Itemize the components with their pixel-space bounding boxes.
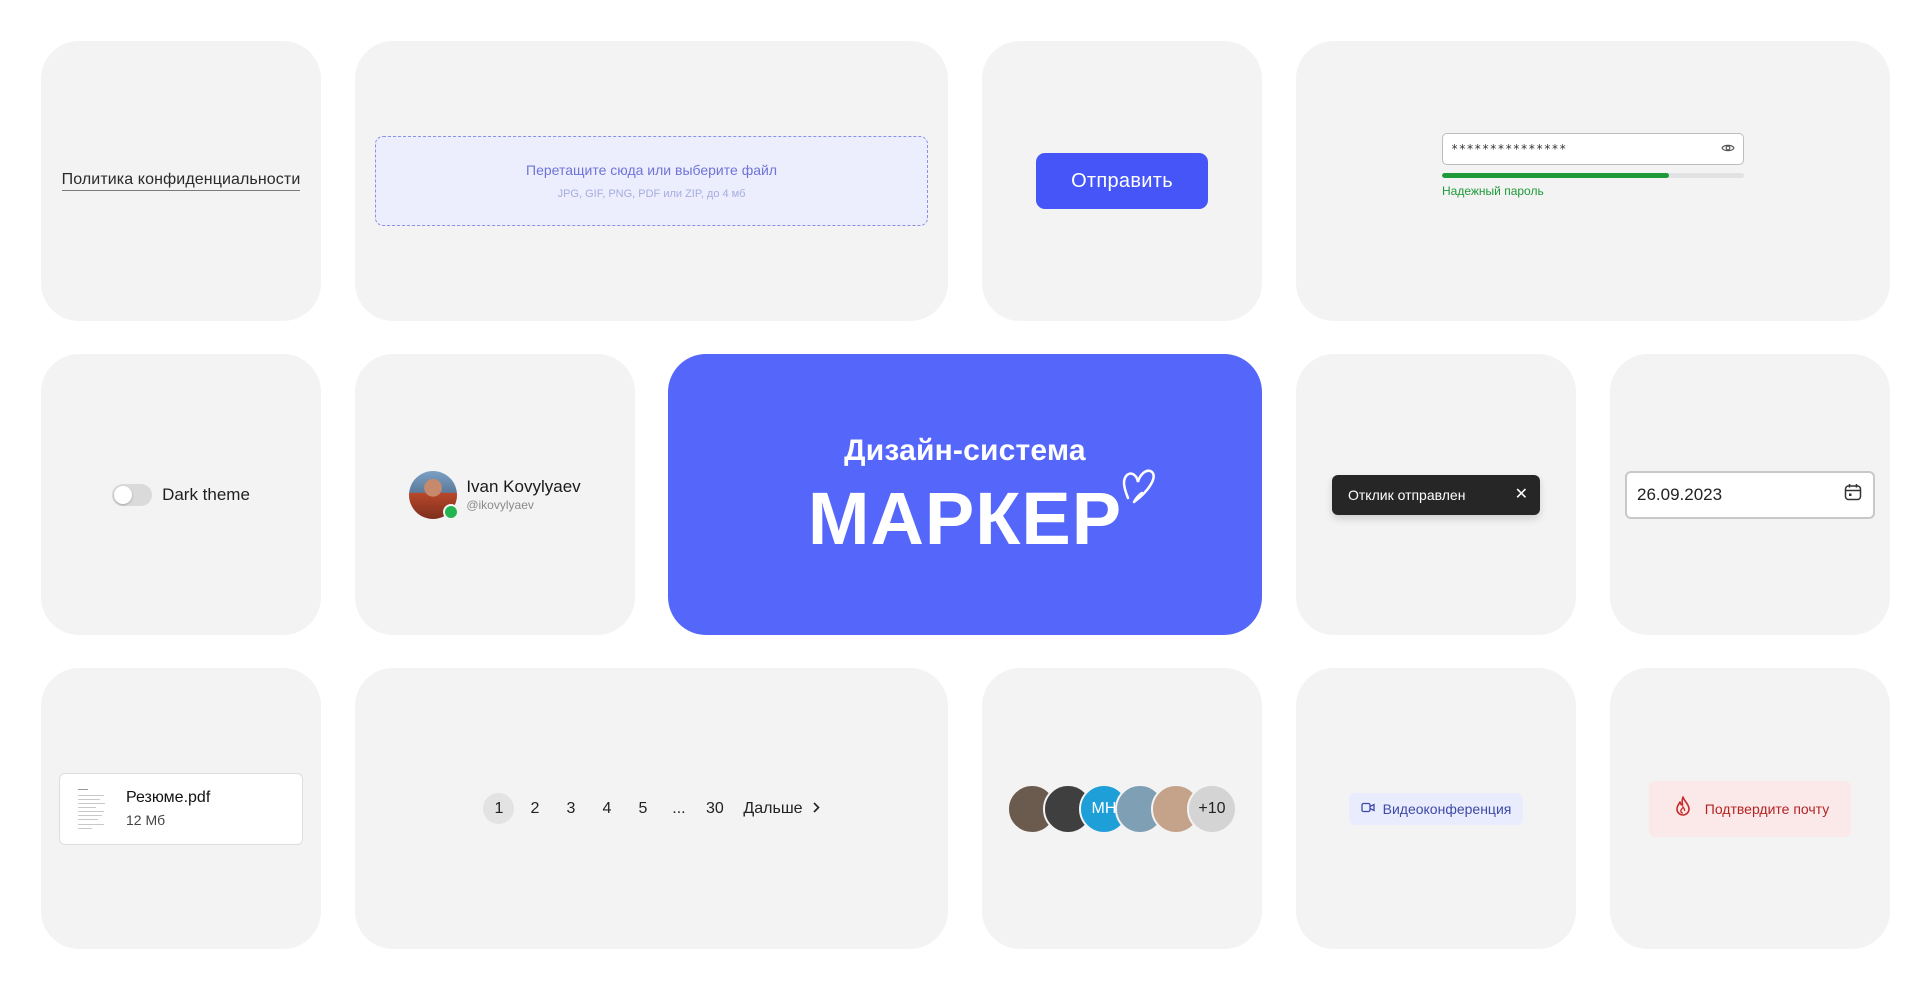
next-label: Дальше <box>743 799 803 817</box>
alert-text: Подтвердите почту <box>1704 800 1830 817</box>
toast-notification: Отклик отправлен ✕ <box>1332 474 1540 515</box>
page-button[interactable]: 30 <box>699 793 730 824</box>
password-strength-bar <box>1442 172 1744 178</box>
page-button[interactable]: 5 <box>627 793 658 824</box>
pdf-thumbnail-icon <box>76 786 108 832</box>
privacy-card: Политика конфиденциальности <box>41 41 321 321</box>
file-dropzone[interactable]: Перетащите сюда или выберите файл JPG, G… <box>375 136 928 226</box>
video-conference-tag[interactable]: Видеоконференция <box>1348 792 1524 825</box>
password-card: *************** Надежный пароль <box>1296 41 1890 321</box>
date-card: 26.09.2023 <box>1610 354 1890 635</box>
fire-icon <box>1675 796 1691 821</box>
page-button[interactable]: 2 <box>519 793 550 824</box>
page-ellipsis: ... <box>672 799 686 817</box>
dark-theme-toggle-row[interactable]: Dark theme <box>112 483 250 506</box>
date-value: 26.09.2023 <box>1637 484 1723 504</box>
online-status-dot <box>443 503 460 520</box>
toast-text: Отклик отправлен <box>1348 486 1466 503</box>
eye-icon[interactable] <box>1721 140 1735 158</box>
hero-card: Дизайн-система МАРКЕР <box>668 354 1262 635</box>
heart-icon <box>1122 468 1156 513</box>
user-chip[interactable]: Ivan Kovylyaev @ikovylyaev <box>409 470 581 520</box>
next-page-button[interactable]: Дальше <box>743 799 820 818</box>
upload-card: Перетащите сюда или выберите файл JPG, G… <box>355 41 948 321</box>
pagination-card: 1 2 3 4 5 ... 30 Дальше <box>355 668 948 949</box>
page-button[interactable]: 4 <box>591 793 622 824</box>
password-strength-label: Надежный пароль <box>1442 183 1544 198</box>
more-avatars-counter[interactable]: +10 <box>1187 783 1237 834</box>
toggle-label: Dark theme <box>162 484 250 504</box>
dark-theme-toggle[interactable] <box>112 483 153 506</box>
file-attachment[interactable]: Резюме.pdf 12 Мб <box>59 772 303 845</box>
page-button[interactable]: 3 <box>555 793 586 824</box>
hero-subtitle: Дизайн-система <box>844 433 1086 467</box>
avatar <box>409 470 460 520</box>
send-card: Отправить <box>982 41 1262 321</box>
password-value: *************** <box>1451 141 1567 156</box>
date-input[interactable]: 26.09.2023 <box>1625 470 1875 519</box>
tag-card: Видеоконференция <box>1296 668 1576 949</box>
hero-logo-text: МАРКЕР <box>807 476 1123 560</box>
dropzone-hint: JPG, GIF, PNG, PDF или ZIP, до 4 мб <box>557 188 746 200</box>
file-size: 12 Мб <box>126 812 166 828</box>
toggle-knob <box>114 485 133 504</box>
alert-card: Подтвердите почту <box>1610 668 1890 949</box>
password-field[interactable]: *************** <box>1442 132 1744 165</box>
tag-label: Видеоконференция <box>1382 800 1512 817</box>
close-icon[interactable]: ✕ <box>1515 486 1528 503</box>
send-button[interactable]: Отправить <box>1036 153 1208 209</box>
user-handle: @ikovylyaev <box>466 498 534 512</box>
password-strength-fill <box>1442 172 1669 178</box>
user-card: Ivan Kovylyaev @ikovylyaev <box>355 354 635 635</box>
toast-card: Отклик отправлен ✕ <box>1296 354 1576 635</box>
calendar-icon[interactable] <box>1844 483 1862 506</box>
video-camera-icon <box>1360 800 1375 818</box>
avatar-group[interactable]: МН +10 <box>1007 783 1237 834</box>
password-group: *************** Надежный пароль <box>1442 132 1744 198</box>
page-button[interactable]: 1 <box>483 793 515 824</box>
pagination: 1 2 3 4 5 ... 30 Дальше <box>483 793 820 824</box>
dropzone-title: Перетащите сюда или выберите файл <box>526 162 777 178</box>
privacy-policy-link[interactable]: Политика конфиденциальности <box>61 171 301 191</box>
confirm-email-alert[interactable]: Подтвердите почту <box>1648 780 1852 837</box>
chevron-right-icon <box>812 800 820 818</box>
file-name: Резюме.pdf <box>126 789 211 806</box>
file-card: Резюме.pdf 12 Мб <box>41 668 321 949</box>
theme-card: Dark theme <box>41 354 321 635</box>
user-name: Ivan Kovylyaev <box>466 477 581 496</box>
avatar-group-card: МН +10 <box>982 668 1262 949</box>
